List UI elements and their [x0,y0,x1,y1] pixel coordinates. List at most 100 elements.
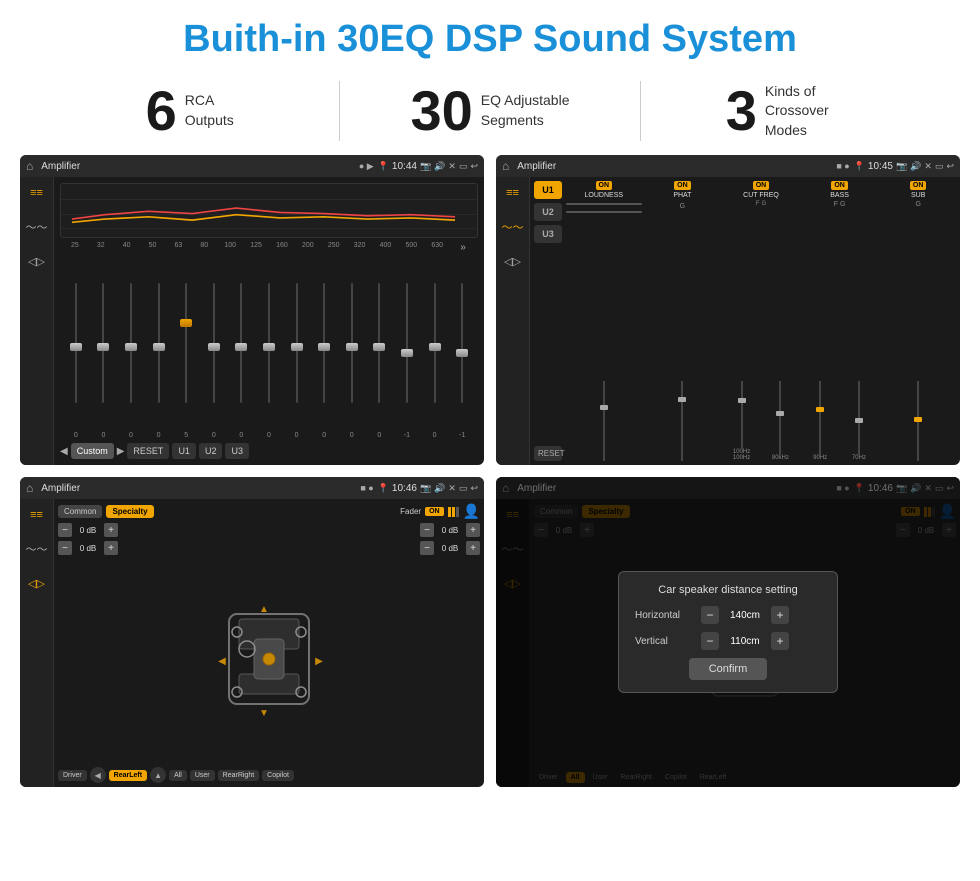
eq-slider-14[interactable] [461,283,463,403]
cx-loudness: ON LOUDNESS [566,181,642,461]
stats-row: 6 RCAOutputs 30 EQ AdjustableSegments 3 … [0,71,980,155]
eq-prev-btn[interactable]: ◀ [60,446,68,457]
u3-btn[interactable]: U3 [534,225,562,243]
sidebar-wave-icon-3[interactable]: 〜〜 [27,539,47,559]
sidebar-wave-icon-2[interactable]: 〜〜 [503,217,523,237]
cx-vslider-phat [645,212,721,461]
back-icon-2[interactable]: ↩ [946,161,954,172]
db-plus-tl[interactable]: + [104,523,118,537]
eq-u1-btn[interactable]: U1 [172,443,196,459]
sp-driver-btn[interactable]: Driver [58,770,87,781]
cx-label-phat: PHAT [673,192,691,199]
clock-2: 10:45 [868,161,893,172]
sp-arrow-left[interactable]: ◀ [90,767,106,783]
eq-u2-btn[interactable]: U2 [199,443,223,459]
tab-specialty[interactable]: Specialty [106,505,153,518]
db-plus-br[interactable]: + [466,541,480,555]
db-minus-bl[interactable]: − [58,541,72,555]
crossover-reset-btn[interactable]: RESET [534,446,562,461]
dialog-confirm-button[interactable]: Confirm [689,658,768,680]
freq-label-9: 200 [300,242,316,253]
val-9: 0 [316,432,332,439]
freq-label-2: 40 [119,242,135,253]
eq-slider-10[interactable] [351,283,353,403]
dialog-vertical-plus[interactable]: + [771,632,789,650]
tab-common[interactable]: Common [58,505,102,518]
dot-icons-3: ■ ● [360,483,373,493]
dialog-overlay: Car speaker distance setting Horizontal … [496,477,960,787]
sidebar-speaker-icon[interactable]: ◁▷ [27,251,47,271]
eq-slider-6[interactable] [240,283,242,403]
u2-btn[interactable]: U2 [534,203,562,221]
db-plus-tr[interactable]: + [466,523,480,537]
location-icon-2: 📍 [854,161,865,172]
screen-crossover: ⌂ Amplifier ■ ● 📍 10:45 📷 🔊 ✕ ▭ ↩ ≡≡ 〜〜 … [496,155,960,465]
val-1: 0 [95,432,111,439]
sidebar-speaker-icon-2[interactable]: ◁▷ [503,251,523,271]
db-minus-tr[interactable]: − [420,523,434,537]
home-icon-2[interactable]: ⌂ [502,159,509,173]
db-minus-tl[interactable]: − [58,523,72,537]
eq-slider-5[interactable] [213,283,215,403]
sidebar-eq-icon-2[interactable]: ≡≡ [503,183,523,203]
screens-grid: ⌂ Amplifier ● ▶ 📍 10:44 📷 🔊 ✕ ▭ ↩ ≡≡ 〜〜 … [0,155,980,797]
sidebar-eq-icon-3[interactable]: ≡≡ [27,505,47,525]
cx-mini-sub-1[interactable] [880,381,956,461]
sp-all2-btn[interactable]: All [169,770,187,781]
cx-mini-1[interactable] [566,381,642,461]
eq-slider-3[interactable] [158,283,160,403]
back-icon-3[interactable]: ↩ [470,483,478,494]
cx-mini-bass-2[interactable]: 70Hz [841,381,878,461]
dialog-horizontal-plus[interactable]: + [771,606,789,624]
eq-slider-8[interactable] [296,283,298,403]
sidebar-wave-icon[interactable]: 〜〜 [27,217,47,237]
sidebar-speaker-icon-3[interactable]: ◁▷ [27,573,47,593]
eq-slider-7[interactable] [268,283,270,403]
eq-slider-2[interactable] [130,283,132,403]
sp-copilot-btn[interactable]: Copilot [262,770,294,781]
eq-slider-13[interactable] [434,283,436,403]
val-11: 0 [371,432,387,439]
eq-reset-btn[interactable]: RESET [127,443,169,459]
back-icon-1[interactable]: ↩ [470,161,478,172]
freq-label-8: 160 [274,242,290,253]
eq-slider-12[interactable] [406,283,408,403]
home-icon-1[interactable]: ⌂ [26,159,33,173]
sp-all-btn[interactable]: RearLeft [109,770,147,781]
u1-btn[interactable]: U1 [534,181,562,199]
eq-preset-btn[interactable]: Custom [71,443,114,459]
dialog-vertical-minus[interactable]: − [701,632,719,650]
eq-slider-9[interactable] [323,283,325,403]
dialog-horizontal-minus[interactable]: − [701,606,719,624]
value-labels: 0 0 0 0 5 0 0 0 0 0 0 0 -1 0 -1 [60,432,478,439]
cx-mini-cf-1[interactable]: 100Hz100Hz [723,381,760,461]
val-7: 0 [261,432,277,439]
freq-labels: 25 32 40 50 63 80 100 125 160 200 250 32… [60,242,478,253]
dot-icons-1: ● ▶ [359,161,374,172]
stat-eq: 30 EQ AdjustableSegments [360,83,619,139]
freq-label-expand[interactable]: » [455,242,471,253]
cx-mini-bass-1[interactable]: 90Hz [802,381,839,461]
cx-mini-cf-2[interactable]: 80kHz [762,381,799,461]
eq-next-btn[interactable]: ▶ [117,446,125,457]
sp-arrow-up[interactable]: ▲ [150,767,166,783]
db-plus-bl[interactable]: + [104,541,118,555]
cx-hslider-loudness[interactable] [566,203,642,205]
sp-user-btn[interactable]: User [190,770,215,781]
db-val-br: 0 dB [436,544,464,553]
stat-number-crossover: 3 [726,83,757,139]
eq-slider-11[interactable] [378,283,380,403]
status-bar-1: ⌂ Amplifier ● ▶ 📍 10:44 📷 🔊 ✕ ▭ ↩ [20,155,484,177]
cx-mini-phat-1[interactable] [645,381,721,461]
db-minus-br[interactable]: − [420,541,434,555]
user-icon-btn[interactable]: 👤 [463,503,480,520]
eq-u3-btn[interactable]: U3 [225,443,249,459]
eq-slider-4[interactable] [185,283,187,403]
window-icon-1: ▭ [459,161,468,172]
eq-slider-0[interactable] [75,283,77,403]
home-icon-3[interactable]: ⌂ [26,481,33,495]
sidebar-eq-icon[interactable]: ≡≡ [27,183,47,203]
sp-rearright-btn[interactable]: RearRight [218,770,260,781]
cx-hslider2-loudness[interactable] [566,211,642,213]
eq-slider-1[interactable] [102,283,104,403]
